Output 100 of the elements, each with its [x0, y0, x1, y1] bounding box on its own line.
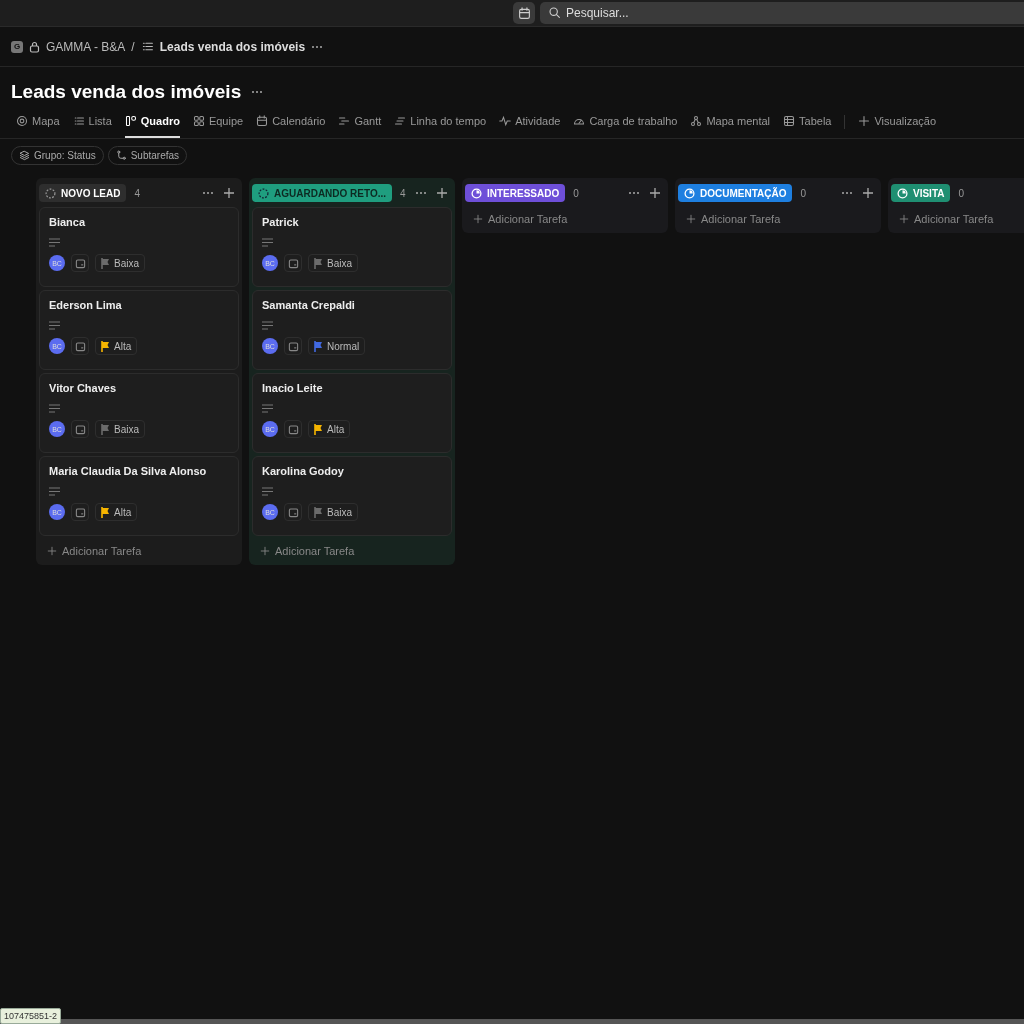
description-icon [49, 487, 60, 496]
task-name: Maria Claudia Da Silva Alonso [49, 465, 208, 477]
status-label[interactable]: NOVO LEAD [39, 184, 127, 202]
priority-button[interactable]: Alta [95, 337, 138, 355]
task-name: Vitor Chaves [49, 382, 118, 394]
view-tab[interactable]: Tabela [783, 106, 832, 138]
workspace-badge[interactable]: G [11, 40, 23, 53]
view-tab[interactable]: Mapa mental [690, 106, 771, 138]
due-date-button[interactable] [284, 254, 302, 272]
plus-icon [899, 214, 909, 224]
add-icon[interactable] [224, 188, 234, 198]
task-count: 4 [400, 187, 406, 199]
description-icon [262, 404, 273, 413]
description-icon [49, 404, 60, 413]
task-name: Inacio Leite [262, 382, 324, 394]
priority-button[interactable]: Baixa [308, 254, 358, 272]
status-icon [258, 187, 269, 199]
status-icon [897, 187, 908, 199]
add-task-button[interactable]: Adicionar Tarefa [39, 539, 150, 559]
view-tab[interactable]: Equipe [192, 106, 244, 138]
plus-icon [47, 546, 57, 556]
description-icon [262, 238, 273, 247]
search-icon [548, 6, 561, 19]
breadcrumb-separator: / [131, 39, 135, 54]
add-icon[interactable] [863, 188, 873, 198]
plus-icon [473, 214, 483, 224]
view-tab[interactable]: Gantt [338, 106, 382, 138]
calendar-icon [287, 423, 299, 435]
priority-button[interactable]: Alta [308, 420, 351, 438]
view-tab[interactable]: Calendário [256, 106, 326, 138]
add-icon[interactable] [437, 188, 447, 198]
location-icon [16, 115, 28, 127]
view-tab[interactable]: Carga de trabalho [573, 106, 678, 138]
due-date-button[interactable] [71, 337, 89, 355]
view-tab[interactable]: Quadro [124, 106, 180, 138]
more-icon[interactable] [311, 44, 324, 49]
calendar-icon [74, 340, 86, 352]
description-icon [49, 238, 60, 247]
due-date-button[interactable] [284, 503, 302, 521]
add-icon[interactable] [650, 188, 660, 198]
view-tab[interactable]: Lista [72, 106, 112, 138]
description-icon [49, 321, 60, 330]
status-label[interactable]: DOCUMENTAÇÃO [678, 184, 793, 202]
task-name: Ederson Lima [49, 299, 123, 311]
layers-icon [19, 150, 30, 161]
more-icon[interactable] [202, 191, 214, 195]
due-date-button[interactable] [284, 420, 302, 438]
search-field[interactable]: Pesquisar... [540, 2, 1024, 24]
status-icon [684, 187, 695, 199]
priority-button[interactable]: Normal [308, 337, 366, 355]
tooltip: 107475851-2 [0, 1008, 62, 1024]
due-date-button[interactable] [284, 337, 302, 355]
more-icon[interactable] [251, 90, 264, 94]
list-link[interactable]: Leads venda dos imóveis [159, 39, 306, 54]
grid-icon [192, 115, 205, 127]
more-icon[interactable] [841, 191, 853, 195]
priority-button[interactable]: Baixa [95, 254, 145, 272]
task-count: 0 [573, 187, 579, 199]
task-name: Bianca [49, 216, 87, 228]
due-date-button[interactable] [71, 420, 89, 438]
more-icon[interactable] [628, 191, 640, 195]
view-tab[interactable]: Atividade [499, 106, 561, 138]
table-icon [783, 115, 796, 127]
view-tab[interactable]: Linha do tempo [394, 106, 487, 138]
status-label[interactable]: AGUARDANDO RETO... [252, 184, 393, 202]
due-date-button[interactable] [71, 254, 89, 272]
add-task-button[interactable]: Adicionar Tarefa [678, 207, 789, 227]
more-icon[interactable] [415, 191, 427, 195]
priority-button[interactable]: Baixa [95, 420, 145, 438]
lock-icon [29, 40, 40, 53]
description-icon [262, 487, 273, 496]
view-tab[interactable]: Mapa [16, 106, 60, 138]
task-count: 4 [134, 187, 140, 199]
board-icon [124, 115, 137, 127]
calendar-button[interactable] [513, 2, 535, 24]
plus-icon [686, 214, 696, 224]
add-view-button[interactable]: Visualização [858, 106, 937, 138]
status-icon [471, 187, 482, 199]
status-label[interactable]: VISITA [891, 184, 951, 202]
calendar-icon [74, 257, 86, 269]
task-name: Karolina Godoy [262, 465, 345, 477]
description-icon [262, 321, 273, 330]
add-task-button[interactable]: Adicionar Tarefa [465, 207, 576, 227]
priority-button[interactable]: Baixa [308, 503, 358, 521]
status-label[interactable]: INTERESSADO [465, 184, 566, 202]
list-icon [140, 40, 154, 53]
status-icon [45, 187, 56, 199]
add-task-button[interactable]: Adicionar Tarefa [891, 207, 1002, 227]
task-count: 0 [958, 187, 965, 199]
due-date-button[interactable] [71, 503, 89, 521]
activity-icon [499, 115, 512, 127]
task-name: Samanta Crepaldi [262, 299, 356, 311]
gantt-icon [338, 115, 351, 127]
priority-button[interactable]: Alta [95, 503, 138, 521]
subtasks-icon [115, 150, 127, 161]
calendar-icon [74, 423, 86, 435]
page-title: Leads venda dos imóveis [11, 81, 242, 103]
add-task-button[interactable]: Adicionar Tarefa [252, 539, 363, 559]
calendar-icon [287, 257, 299, 269]
workspace-link[interactable]: GAMMA - B&A [46, 39, 126, 54]
